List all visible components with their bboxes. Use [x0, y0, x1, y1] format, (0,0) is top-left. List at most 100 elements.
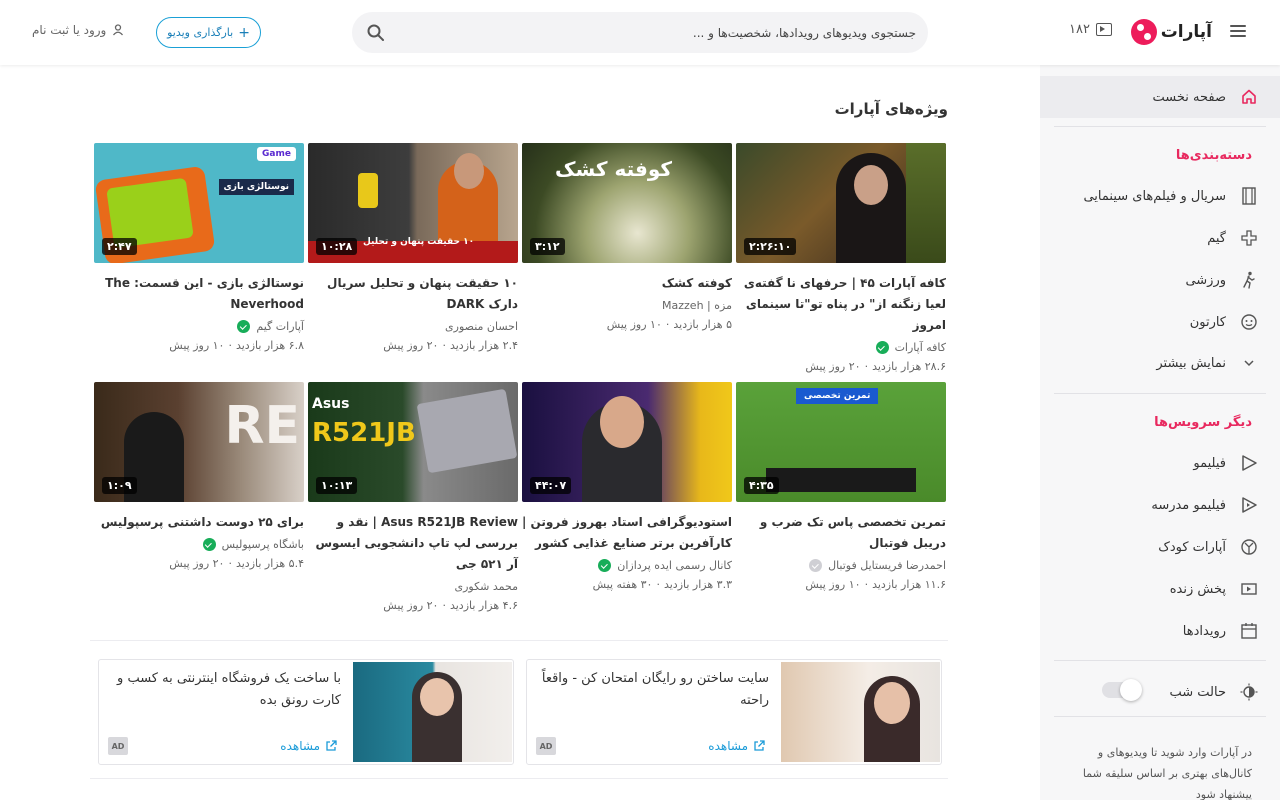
search-icon[interactable] — [366, 23, 386, 43]
divider — [1054, 126, 1266, 127]
time-ago: ۱۰ روز پیش — [805, 578, 861, 591]
divider — [90, 778, 948, 779]
thumbnail-text: R521JB — [312, 418, 416, 448]
video-title[interactable]: Asus R521JB Review | نقد و بررسی لپ تاپ … — [308, 512, 518, 575]
video-meta: ۳.۳ هزار بازدید·۳۰ هفته پیش — [592, 578, 732, 591]
video-title[interactable]: برای ۲۵ دوست داشتنی پرسپولیس — [94, 512, 304, 533]
tv-channel-count[interactable]: ۱۸۲ — [1069, 22, 1112, 37]
sidebar-item-sport[interactable]: ورزشی — [1040, 259, 1280, 301]
verified-icon — [809, 559, 823, 572]
channel-label: احمدرضا فریستایل فوتبال — [828, 559, 946, 572]
sidebar-item-label: پخش زنده — [1169, 581, 1226, 597]
video-thumbnail[interactable]: RE ۱:۰۹ — [94, 382, 304, 502]
video-meta: ۵ هزار بازدید·۱۰ روز پیش — [606, 318, 732, 331]
menu-icon[interactable] — [1224, 22, 1252, 44]
search-input[interactable] — [416, 12, 916, 53]
sidebar-item-label: نمایش بیشتر — [1156, 355, 1226, 371]
video-duration: ۱:۰۹ — [102, 477, 137, 494]
thumbnail-text: RE — [224, 396, 300, 456]
video-duration: ۴۴:۰۷ — [530, 477, 572, 494]
channel-label: کافه آپارات — [894, 341, 946, 354]
video-duration: ۴:۳۵ — [744, 477, 779, 494]
channel-name[interactable]: آپارات گیم — [94, 320, 304, 333]
sidebar-item-events[interactable]: رویدادها — [1040, 610, 1280, 652]
video-thumbnail[interactable]: کوفته کشک ۳:۱۲ — [522, 143, 732, 263]
services-heading: دیگر سرویس‌ها — [1154, 415, 1252, 430]
video-title[interactable]: تمرین تخصصی پاس تک ضرب و دریبل فوتبال — [736, 512, 946, 554]
sidebar-item-kids[interactable]: آپارات کودک — [1040, 526, 1280, 568]
channel-label: احسان منصوری — [445, 320, 518, 333]
divider — [90, 640, 948, 641]
video-duration: ۲:۲۶:۱۰ — [744, 238, 797, 255]
ad-card[interactable]: با ساخت یک فروشگاه اینترنتی به کسب و کار… — [98, 659, 514, 765]
time-ago: ۱۰ روز پیش — [606, 318, 662, 331]
tv-icon — [1096, 23, 1112, 36]
night-mode-row: حالت شب — [1040, 671, 1280, 713]
verified-icon — [598, 559, 612, 572]
sidebar-item-label: صفحه نخست — [1152, 89, 1226, 105]
views: ۶.۸ هزار بازدید — [235, 339, 304, 352]
video-thumbnail[interactable]: تمرین تخصصی ۴:۳۵ — [736, 382, 946, 502]
video-title[interactable]: کافه آپارات ۴۵ | حرفهای نا گفته‌ی لعیا ز… — [736, 273, 946, 336]
video-card: RE ۱:۰۹ برای ۲۵ دوست داشتنی پرسپولیس باش… — [94, 382, 304, 570]
channel-label: مزه | Mazzeh — [662, 299, 732, 312]
ad-link-label: مشاهده — [708, 739, 748, 753]
channel-name[interactable]: کافه آپارات — [736, 341, 946, 354]
sidebar-item-label: آپارات کودک — [1158, 539, 1226, 555]
channel-label: آپارات گیم — [256, 320, 304, 333]
ad-card[interactable]: سایت ساختن رو رایگان امتحان کن - واقعاً … — [526, 659, 942, 765]
video-title[interactable]: ۱۰ حقیقت پنهان و تحلیل سریال دارک DARK — [308, 273, 518, 315]
plus-icon: + — [238, 24, 250, 41]
login-button[interactable]: ورود یا ثبت نام — [32, 23, 124, 37]
upload-video-button[interactable]: + بارگذاری ویدیو — [156, 17, 261, 48]
thumbnail-brand: Asus — [312, 396, 350, 412]
sidebar-item-live[interactable]: پخش زنده — [1040, 568, 1280, 610]
login-label: ورود یا ثبت نام — [32, 23, 107, 37]
logo-text: آپارات — [1160, 22, 1212, 42]
search-bar — [352, 12, 928, 53]
video-duration: ۱۰:۱۳ — [316, 477, 358, 494]
video-thumbnail[interactable]: R521JB Asus ۱۰:۱۳ — [308, 382, 518, 502]
sidebar-item-label: رویدادها — [1182, 623, 1226, 639]
views: ۱۱.۶ هزار بازدید — [872, 578, 946, 591]
sidebar-item-home[interactable]: صفحه نخست — [1040, 76, 1280, 118]
channel-name[interactable]: کانال رسمی ایده پردازان — [522, 559, 732, 572]
video-thumbnail[interactable]: ۴۴:۰۷ — [522, 382, 732, 502]
aparat-logo[interactable]: آپارات — [1130, 18, 1212, 46]
sidebar-item-filimo[interactable]: فیلیمو — [1040, 442, 1280, 484]
channel-name[interactable]: احمدرضا فریستایل فوتبال — [736, 559, 946, 572]
film-icon — [1240, 187, 1258, 205]
brightness-icon — [1240, 683, 1258, 701]
ad-view-link[interactable]: مشاهده — [280, 739, 337, 753]
sidebar-item-show-more[interactable]: نمایش بیشتر — [1040, 342, 1280, 384]
channel-name[interactable]: باشگاه پرسپولیس — [94, 538, 304, 551]
video-meta: ۵.۴ هزار بازدید·۲۰ روز پیش — [169, 557, 304, 570]
views: ۵ هزار بازدید — [673, 318, 732, 331]
video-title[interactable]: نوستالژی بازی - این قسمت: The Neverhood — [94, 273, 304, 315]
video-meta: ۲۸.۶ هزار بازدید·۲۰ روز پیش — [805, 360, 946, 373]
video-card: کوفته کشک ۳:۱۲ کوفته کشک مزه | Mazzeh ۵ … — [522, 143, 732, 331]
user-icon — [113, 24, 124, 36]
sidebar-item-cartoon[interactable]: کارتون — [1040, 301, 1280, 343]
channel-name[interactable]: مزه | Mazzeh — [522, 299, 732, 312]
video-thumbnail[interactable]: ۱۰ حقیقت پنهان و تحلیل ۱۰:۲۸ — [308, 143, 518, 263]
sidebar-item-game[interactable]: گیم — [1040, 217, 1280, 259]
sidebar-item-filimo-school[interactable]: فیلیمو مدرسه — [1040, 484, 1280, 526]
video-thumbnail[interactable]: ۲:۲۶:۱۰ — [736, 143, 946, 263]
video-thumbnail[interactable]: نوستالژی بازی Game ۲:۴۷ — [94, 143, 304, 263]
video-duration: ۲:۴۷ — [102, 238, 137, 255]
sidebar-item-series[interactable]: سریال و فیلم‌های سینمایی — [1040, 175, 1280, 217]
ad-image — [781, 662, 940, 762]
calendar-icon — [1240, 622, 1258, 640]
video-title[interactable]: استودیوگرافی استاد بهروز فروتن | کارآفری… — [522, 512, 732, 554]
sidebar-item-label: گیم — [1207, 230, 1226, 246]
night-mode-toggle[interactable] — [1102, 679, 1142, 701]
divider — [1054, 393, 1266, 394]
sidebar-item-label: کارتون — [1189, 314, 1226, 330]
channel-name[interactable]: احسان منصوری — [308, 320, 518, 333]
video-title[interactable]: کوفته کشک — [522, 273, 732, 294]
ad-view-link[interactable]: مشاهده — [708, 739, 765, 753]
verified-icon — [237, 320, 251, 333]
channel-name[interactable]: محمد شکوری — [308, 580, 518, 593]
views: ۲.۴ هزار بازدید — [449, 339, 518, 352]
